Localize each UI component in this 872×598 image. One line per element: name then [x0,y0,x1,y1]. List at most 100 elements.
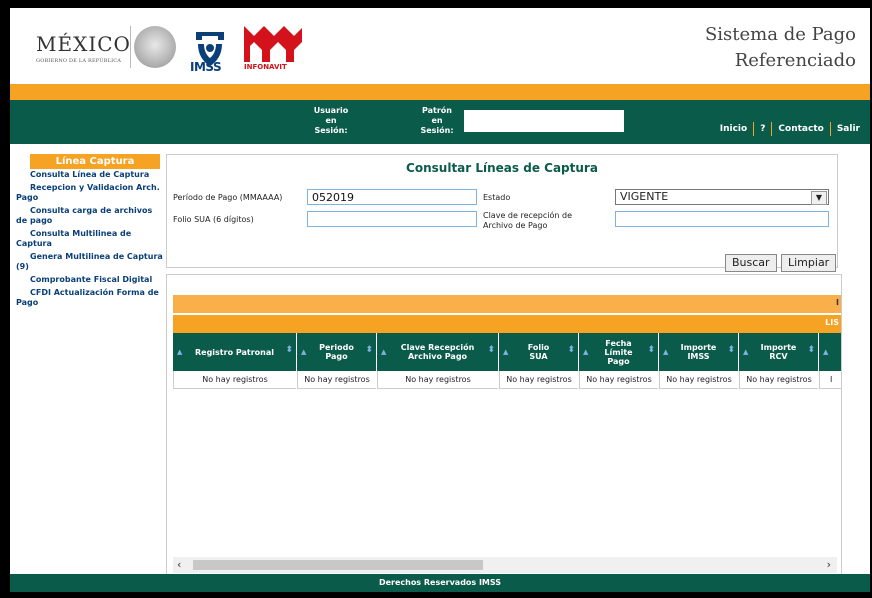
sidebar-item-recepcion[interactable]: Recepcion y Validacion Arch. Pago [16,182,166,205]
estado-label: Estado [483,193,511,202]
table-column: ▲ Importe IMSS ⬍ No hay registros [659,333,739,389]
results-table: ▲ Registro Patronal ⬍ No hay registros ▲… [173,333,841,389]
table-column: ▲ Clave Recepción Archivo Pago ⬍ No hay … [377,333,499,389]
column-header-importe-imss[interactable]: ▲ Importe IMSS ⬍ [659,333,738,371]
session-bar: Usuario en Sesión: Patrón en Sesión: Ini… [10,100,870,144]
sort-toggle-icon: ⬍ [285,345,293,355]
sort-up-icon: ▲ [663,348,669,356]
column-header-label: Folio SUA [527,343,550,361]
column-header-registro-patronal[interactable]: ▲ Registro Patronal ⬍ [173,333,296,371]
sort-toggle-icon: ⬍ [487,345,495,355]
horizontal-scrollbar[interactable]: ‹ › [173,557,837,573]
table-column: ▲ Folio SUA ⬍ No hay registros [499,333,579,389]
user-session-label-1: Usuario [313,106,349,115]
national-seal-icon [134,26,176,68]
clave-input[interactable] [615,211,829,227]
user-session-value [358,110,414,134]
table-cell: No hay registros [739,371,818,389]
column-header-folio-sua[interactable]: ▲ Folio SUA ⬍ [499,333,578,371]
infonavit-logo-text: INFONAVIT [244,63,287,71]
buscar-button[interactable]: Buscar [725,254,777,272]
infonavit-logo-icon [244,26,302,62]
scroll-right-icon[interactable]: › [827,558,831,571]
sort-toggle-icon: ⬍ [727,345,735,355]
sidebar-item-comprobante-fiscal[interactable]: Comprobante Fiscal Digital [16,274,166,287]
clave-label-line2: Archivo de Pago [483,221,548,230]
column-header-partial[interactable]: ▲ [819,333,841,371]
government-subtitle: GOBIERNO DE LA REPÚBLICA [36,58,122,64]
app-title: Sistema de Pago Referenciado [696,22,856,74]
clave-label-line1: Clave de recepción de [483,211,573,220]
sidebar-item-consulta-carga[interactable]: Consulta carga de archivos de pago [16,205,166,228]
periodo-input[interactable]: 052019 [307,189,477,205]
sort-toggle-icon: ⬍ [647,345,655,355]
results-band-1-text: I [836,298,839,307]
folio-input[interactable] [307,211,477,227]
sidebar: Línea Captura Consulta Línea de Captura … [16,154,166,310]
periodo-label: Período de Pago (MMAAAA) [173,193,283,202]
table-cell: I [819,371,841,389]
column-header-label: Clave Recepción Archivo Pago [400,343,475,361]
table-column: ▲ Fecha Límite Pago ⬍ No hay registros [579,333,659,389]
patron-session-label: Patrón en Sesión: [412,106,462,136]
table-column: ▲ Periodo Pago ⬍ No hay registros [297,333,377,389]
imss-logo-text: IMSS [190,60,222,74]
estado-select[interactable]: VIGENTE ▼ [615,189,829,205]
table-cell: No hay registros [499,371,578,389]
column-header-label: Registro Patronal [194,347,274,357]
nav-salir[interactable]: Salir [831,124,866,134]
top-nav: Inicio ? Contacto Salir [714,122,866,136]
scroll-left-icon[interactable]: ‹ [177,558,181,571]
table-cell: No hay registros [659,371,738,389]
table-cell: No hay registros [297,371,376,389]
column-header-label: Importe RCV [760,343,797,361]
site-header: MÉXICO GOBIERNO DE LA REPÚBLICA IMSS INF… [10,8,870,85]
sidebar-item-cfdi-actualizacion[interactable]: CFDI Actualización Forma de Pago [16,287,166,310]
footer: Derechos Reservados IMSS [10,574,870,592]
app-title-line1: Sistema de Pago [704,24,856,45]
sort-toggle-icon: ⬍ [567,345,575,355]
nav-inicio[interactable]: Inicio [714,124,753,134]
column-header-clave-recepcion[interactable]: ▲ Clave Recepción Archivo Pago ⬍ [377,333,498,371]
user-session-label-2: en [325,116,337,125]
sort-up-icon: ▲ [503,348,509,356]
sidebar-header: Línea Captura [30,154,160,169]
sidebar-item-genera-multilinea[interactable]: Genera Multilinea de Captura (9) [16,251,166,274]
column-header-fecha-limite[interactable]: ▲ Fecha Límite Pago ⬍ [579,333,658,371]
browser-page: MÉXICO GOBIERNO DE LA REPÚBLICA IMSS INF… [10,8,870,592]
sort-up-icon: ▲ [583,348,589,356]
folio-label: Folio SUA (6 dígitos) [173,215,254,224]
orange-strip [10,84,870,100]
nav-help[interactable]: ? [754,124,771,134]
results-band-2: LIS [173,315,841,333]
user-session-label: Usuario en Sesión: [306,106,356,136]
user-session-label-3: Sesión: [314,126,348,135]
sidebar-item-consulta-linea[interactable]: Consulta Línea de Captura [16,169,166,182]
sort-toggle-icon: ⬍ [365,345,373,355]
table-column: ▲ I [819,333,841,389]
patron-session-value-redacted [464,110,624,132]
column-header-label: Fecha Límite Pago [604,338,633,366]
column-header-label: Importe IMSS [680,343,717,361]
nav-contacto[interactable]: Contacto [772,124,829,134]
clave-label: Clave de recepción de Archivo de Pago [483,211,572,231]
sort-up-icon: ▲ [381,348,387,356]
limpiar-button[interactable]: Limpiar [781,254,837,272]
scrollbar-thumb[interactable] [193,560,483,570]
sidebar-item-consulta-multilinea[interactable]: Consulta Multilinea de Captura [16,228,166,251]
table-cell: No hay registros [173,371,296,389]
table-cell: No hay registros [579,371,658,389]
form-title: Consultar Líneas de Captura [406,161,598,175]
patron-session-label-2: en [431,116,443,125]
chevron-down-icon[interactable]: ▼ [811,191,827,205]
results-band-1: I [173,295,841,313]
estado-select-value: VIGENTE [620,190,669,203]
sort-toggle-icon: ⬍ [807,345,815,355]
header-divider [130,26,131,68]
column-header-periodo-pago[interactable]: ▲ Periodo Pago ⬍ [297,333,376,371]
column-header-importe-rcv[interactable]: ▲ Importe RCV ⬍ [739,333,818,371]
sort-up-icon: ▲ [177,348,183,356]
sort-up-icon: ▲ [301,348,307,356]
patron-session-label-3: Sesión: [420,126,454,135]
results-band-2-text: LIS [825,318,839,327]
